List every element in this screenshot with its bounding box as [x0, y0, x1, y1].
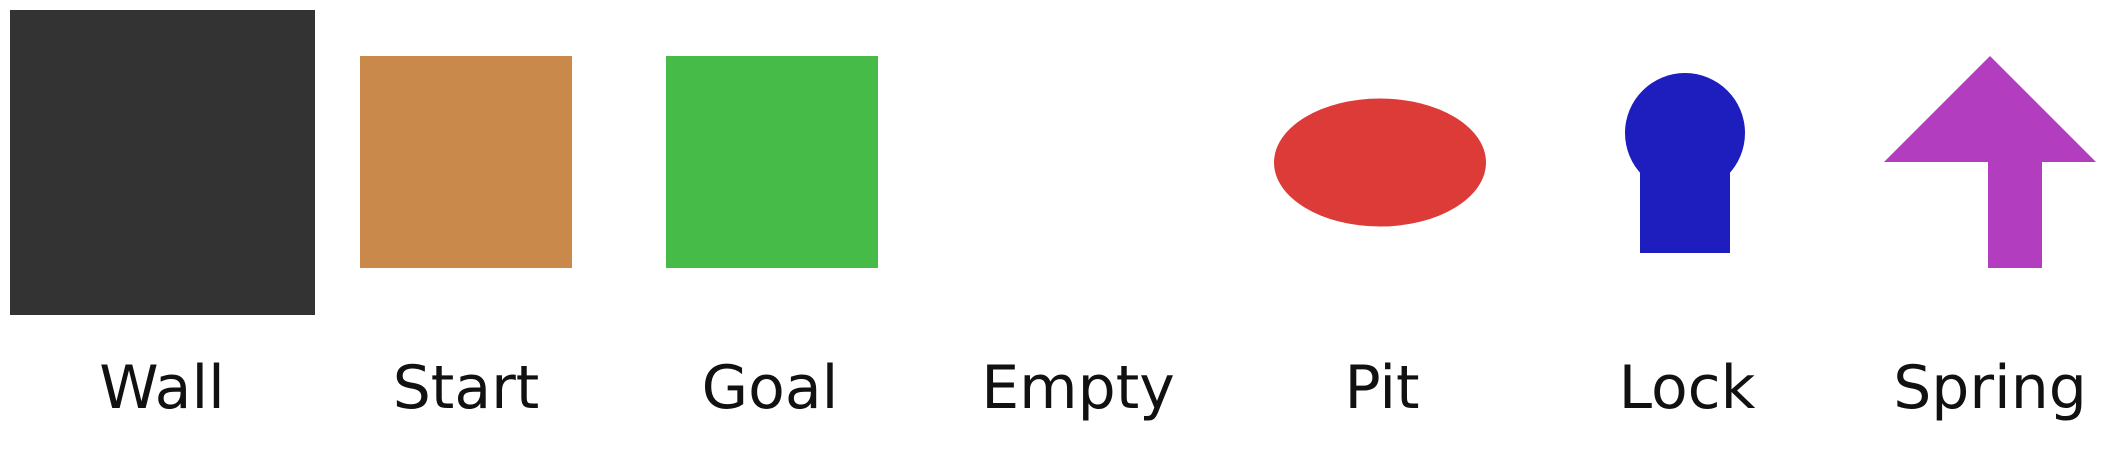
legend-label-wall: Wall: [99, 353, 225, 423]
arrow-up-icon: [1884, 56, 2096, 268]
wall-icon: [10, 10, 315, 315]
legend-label-pit: Pit: [1344, 353, 1420, 423]
legend-label-spring: Spring: [1893, 353, 2087, 423]
legend-label-goal: Goal: [701, 353, 839, 423]
goal-icon: [666, 56, 878, 268]
legend-label-lock: Lock: [1618, 353, 1756, 423]
start-icon: [360, 56, 572, 268]
tile-legend: Wall Start Goal Empty Pit Lock Spring: [0, 0, 2127, 454]
pit-icon: [1274, 98, 1486, 227]
legend-label-empty: Empty: [981, 353, 1175, 423]
empty-icon: [972, 56, 1184, 268]
legend-label-start: Start: [392, 353, 540, 423]
keyhole-icon: [1625, 73, 1745, 253]
